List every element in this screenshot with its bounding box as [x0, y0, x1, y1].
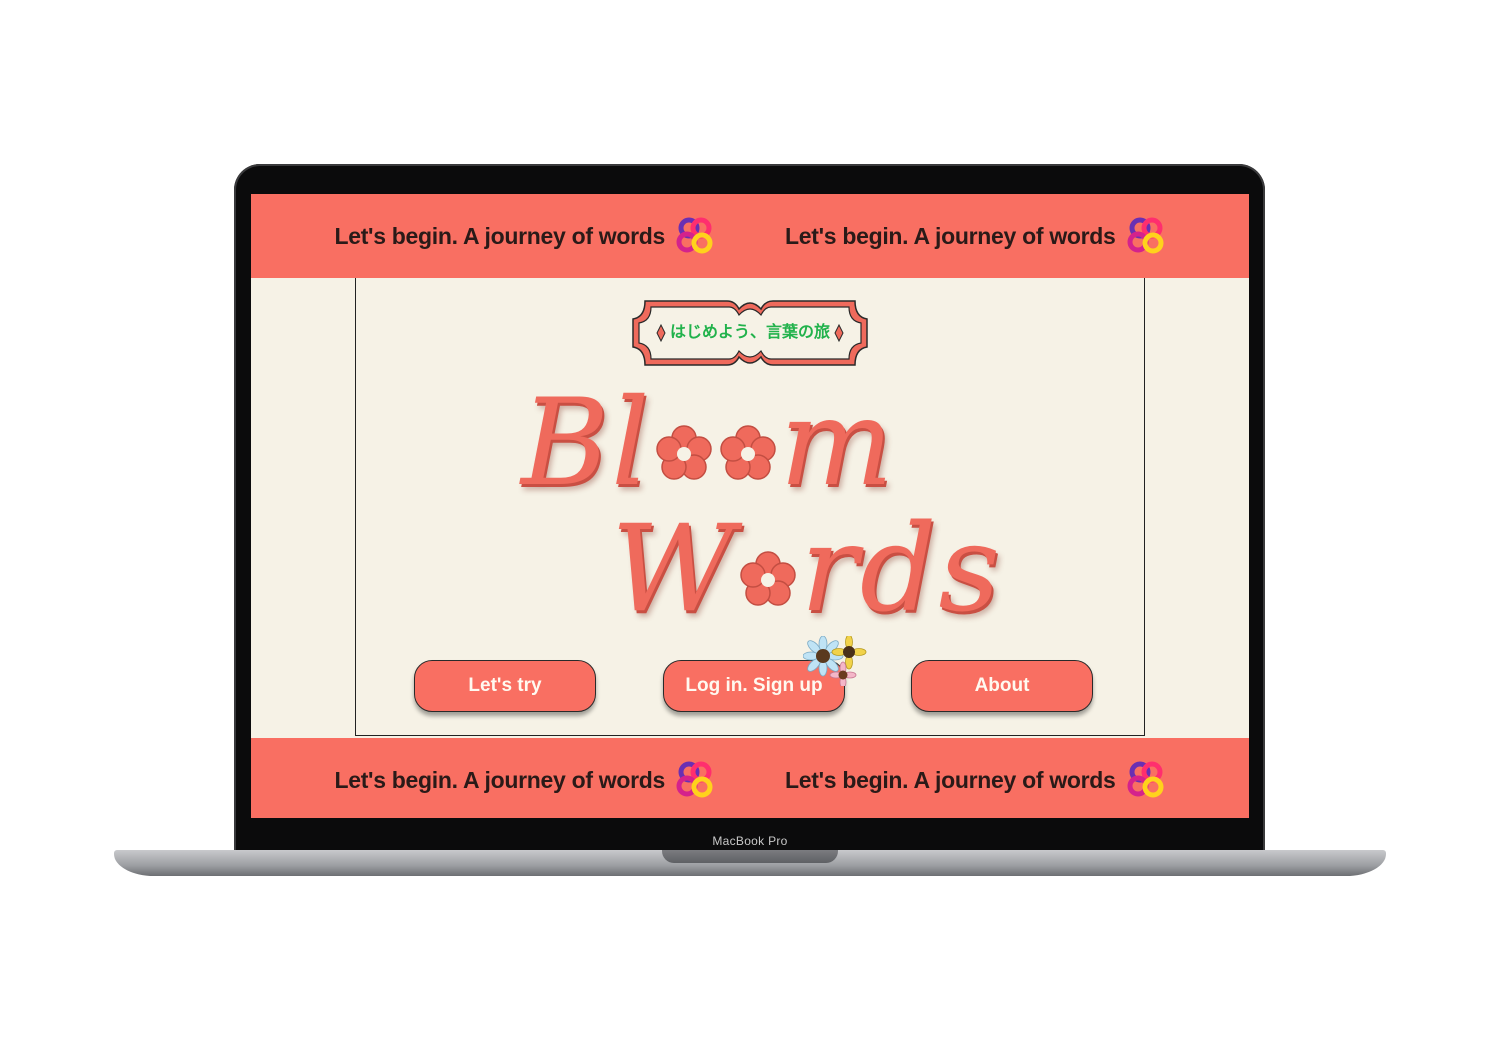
tagline-japanese: はじめよう、言葉の旅: [669, 322, 830, 341]
marquee-item: Let's begin. A journey of words: [785, 760, 1166, 800]
about-button[interactable]: About: [911, 660, 1093, 712]
logo-line-words: W rds: [611, 510, 1002, 630]
logo-text-part: W: [611, 500, 737, 639]
knot-flower-icon: [676, 761, 713, 798]
marquee-item: Let's begin. A journey of words: [785, 216, 1166, 256]
knot-flower-icon: [1127, 217, 1164, 254]
bottom-marquee: Let's begin. A journey of words Let's be…: [251, 738, 1249, 818]
marquee-item: Let's begin. A journey of words: [334, 760, 715, 800]
logo-text-part: m: [779, 374, 896, 513]
logo-text-part: rds: [800, 500, 1003, 639]
daisy-flowers-icon: [803, 636, 867, 686]
website-screen: Let's begin. A journey of words Let's be…: [251, 194, 1249, 818]
logo-text-part: Bl: [521, 374, 652, 513]
flower-o-icon: [740, 551, 797, 606]
marquee-text: Let's begin. A journey of words: [334, 222, 665, 249]
laptop-notch: [662, 850, 838, 863]
device-model-label: MacBook Pro: [712, 834, 788, 848]
flower-o-icon: [719, 425, 776, 480]
marquee-item: Let's begin. A journey of words: [334, 216, 715, 256]
lets-try-button[interactable]: Let's try: [414, 660, 596, 712]
marquee-text: Let's begin. A journey of words: [785, 766, 1116, 793]
knot-flower-icon: [1127, 761, 1164, 798]
marquee-text: Let's begin. A journey of words: [334, 766, 665, 793]
marquee-text: Let's begin. A journey of words: [785, 222, 1116, 249]
logo-line-bloom: Bl m: [521, 384, 895, 504]
top-marquee: Let's begin. A journey of words Let's be…: [251, 194, 1249, 278]
flower-o-icon: [655, 425, 712, 480]
knot-flower-icon: [676, 217, 713, 254]
